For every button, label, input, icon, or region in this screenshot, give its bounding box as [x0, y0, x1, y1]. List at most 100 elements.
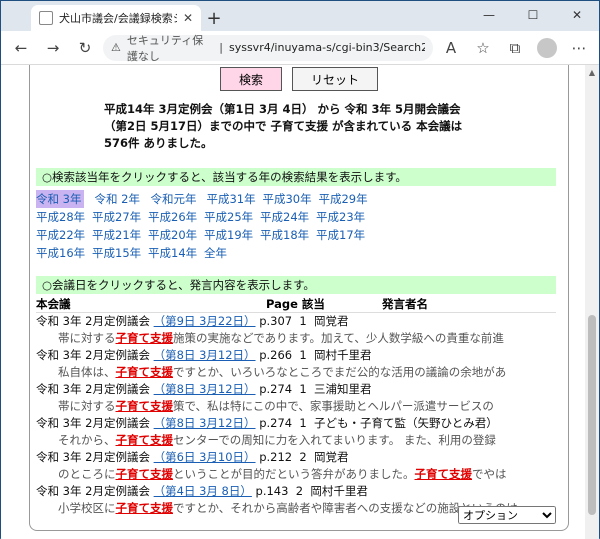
more-menu-icon[interactable]: ⋯ — [565, 34, 593, 62]
year-link[interactable]: 平成14年 — [148, 244, 204, 262]
collections-icon[interactable]: ⧉ — [501, 34, 529, 62]
year-link[interactable]: 平成20年 — [148, 226, 204, 244]
year-link[interactable]: 平成19年 — [204, 226, 260, 244]
year-link[interactable]: 平成25年 — [204, 208, 260, 226]
year-link[interactable]: 平成17年 — [316, 226, 372, 244]
col-page: Page 該当 — [266, 297, 325, 311]
year-link[interactable]: 令和元年 — [150, 190, 206, 208]
forward-icon[interactable]: → — [39, 34, 67, 62]
page-number: p.274 — [259, 382, 293, 396]
year-link[interactable]: 平成15年 — [92, 244, 148, 262]
search-results-frame: 検索 リセット 平成14年 3月定例会（第1日 3月 4日） から 令和 3年 … — [29, 65, 569, 531]
snippet-post: 施策の実施などであります。加えて、少人数学級への貴重な前進 — [173, 331, 504, 345]
year-link[interactable]: 平成21年 — [92, 226, 148, 244]
refresh-icon[interactable]: ↻ — [71, 34, 99, 62]
col-meeting: 本会議 — [36, 297, 71, 311]
meeting-date-link[interactable]: （第8日 3月12日） — [154, 348, 256, 362]
close-window-icon[interactable]: ✕ — [555, 1, 599, 29]
snippet-post: 策で、私は特にこの中で、家事援助とヘルパー派遣サービスの — [173, 399, 494, 413]
year-link[interactable]: 平成28年 — [36, 208, 92, 226]
snippet-pre: 帯に対する — [58, 399, 116, 413]
year-link[interactable]: 平成31年 — [206, 190, 262, 208]
meeting-name: 令和 3年 2月定例議会 — [36, 416, 150, 430]
year-link[interactable]: 平成22年 — [36, 226, 92, 244]
page-number: p.212 — [259, 450, 293, 464]
snippet: 帯に対する子育て支援施策の実施などであります。加えて、少人数学級への貴重な前進 — [36, 330, 556, 347]
browser-toolbar: ← → ↻ ⚠ セキュリティ保護なし | syssvr4/inuyama-s/c… — [1, 31, 599, 65]
option-select[interactable]: オプション — [458, 506, 556, 524]
keyword-highlight: 子育て支援 — [414, 467, 473, 481]
url-text: syssvr4/inuyama-s/cgi-bin3/Search2.exe#r… — [228, 41, 425, 54]
page-number: p.143 — [255, 484, 289, 498]
list-item: 令和 3年 2月定例議会 （第9日 3月22日） p.307 1 岡覚君 帯に対す… — [36, 313, 556, 347]
snippet: のところに子育て支援ということが目的だという答弁がありました。子育て支援でやは — [36, 466, 556, 483]
meeting-date-link[interactable]: （第8日 3月12日） — [154, 416, 256, 430]
speaker-name: 岡覚君 — [314, 314, 349, 328]
record-line: 令和 3年 2月定例議会 （第8日 3月12日） p.274 1 三浦知里君 — [36, 381, 556, 398]
meeting-date-link[interactable]: （第8日 3月12日） — [154, 382, 256, 396]
year-link[interactable]: 平成18年 — [260, 226, 316, 244]
result-summary: 平成14年 3月定例会（第1日 3月 4日） から 令和 3年 5月開会議会（第… — [104, 102, 463, 150]
reset-button[interactable]: リセット — [292, 67, 379, 91]
year-link[interactable]: 平成24年 — [260, 208, 316, 226]
year-link[interactable]: 令和 3年 — [36, 190, 85, 208]
hit-count: 2 — [295, 484, 304, 498]
window-controls: — ☐ ✕ — [467, 1, 599, 29]
snippet-pre: それから、 — [58, 433, 116, 447]
year-link[interactable]: 令和 2年 — [94, 190, 150, 208]
browser-tab[interactable]: 犬山市議会/会議録検索システム ✕ — [31, 5, 201, 31]
keyword-highlight: 子育て支援 — [115, 331, 174, 345]
favorites-icon[interactable]: ☆ — [469, 34, 497, 62]
page-viewport: 検索 リセット 平成14年 3月定例会（第1日 3月 4日） から 令和 3年 … — [1, 65, 599, 539]
record-line: 令和 3年 2月定例議会 （第9日 3月22日） p.307 1 岡覚君 — [36, 313, 556, 330]
snippet-pre: のところに — [58, 467, 116, 481]
year-link[interactable]: 全年 — [204, 244, 260, 262]
keyword-highlight: 子育て支援 — [115, 399, 174, 413]
minimize-icon[interactable]: — — [467, 1, 511, 29]
year-link[interactable]: 平成26年 — [148, 208, 204, 226]
search-button[interactable]: 検索 — [219, 67, 282, 91]
meeting-date-link[interactable]: （第9日 3月22日） — [154, 314, 256, 328]
back-icon[interactable]: ← — [7, 34, 35, 62]
snippet: それから、子育て支援センターでの周知に力を入れてまいります。 また、利用の登録 — [36, 432, 556, 449]
close-tab-icon[interactable]: ✕ — [183, 11, 193, 25]
avatar — [537, 37, 557, 58]
meeting-name: 令和 3年 2月定例議会 — [36, 382, 150, 396]
year-link[interactable]: 平成30年 — [262, 190, 318, 208]
meeting-date-link[interactable]: （第4日 3月 8日） — [154, 484, 252, 498]
snippet: 私自体は、子育て支援ですとか、いろいろなところでまだ公的な活用の議論の余地があ — [36, 364, 556, 381]
col-speaker: 発言者名 — [382, 297, 428, 311]
new-tab-button[interactable]: + — [201, 5, 227, 31]
year-link[interactable]: 平成29年 — [318, 190, 374, 208]
snippet-post: でやは — [472, 467, 507, 481]
page-icon — [39, 11, 53, 25]
meeting-name: 令和 3年 2月定例議会 — [36, 484, 150, 498]
read-aloud-icon[interactable]: A — [437, 34, 465, 62]
date-instruction: ○会議日をクリックすると、発言内容を表示します。 — [36, 276, 556, 294]
hit-count: 1 — [299, 348, 307, 362]
page-number: p.266 — [259, 348, 293, 362]
maximize-icon[interactable]: ☐ — [511, 1, 555, 29]
snippet-pre: 帯に対する — [58, 331, 116, 345]
divider: | — [219, 41, 223, 54]
warning-icon: ⚠ — [111, 41, 121, 54]
address-bar[interactable]: ⚠ セキュリティ保護なし | syssvr4/inuyama-s/cgi-bin… — [103, 34, 433, 63]
keyword-highlight: 子育て支援 — [115, 433, 174, 447]
list-item: 令和 3年 2月定例議会 （第8日 3月12日） p.274 1 三浦知里君 帯に… — [36, 381, 556, 415]
year-instruction: ○検索該当年をクリックすると、該当する年の検索結果を表示します。 — [36, 168, 556, 186]
year-link[interactable]: 平成23年 — [316, 208, 372, 226]
speaker-name: 岡村千里君 — [314, 348, 372, 362]
profile-button[interactable] — [533, 34, 561, 62]
meeting-name: 令和 3年 2月定例議会 — [36, 450, 150, 464]
meeting-name: 令和 3年 2月定例議会 — [36, 314, 150, 328]
record-line: 令和 3年 2月定例議会 （第8日 3月12日） p.274 1 子ども・子育て… — [36, 415, 556, 432]
page-scrollbar[interactable]: ▲ — [585, 65, 599, 539]
year-link[interactable]: 平成27年 — [92, 208, 148, 226]
record-line: 令和 3年 2月定例議会 （第8日 3月12日） p.266 1 岡村千里君 — [36, 347, 556, 364]
scroll-thumb[interactable] — [588, 315, 596, 515]
page-number: p.274 — [259, 416, 293, 430]
year-link[interactable]: 平成16年 — [36, 244, 92, 262]
meeting-date-link[interactable]: （第6日 3月10日） — [154, 450, 256, 464]
scroll-up-icon[interactable]: ▲ — [585, 65, 599, 79]
page-number: p.307 — [259, 314, 293, 328]
